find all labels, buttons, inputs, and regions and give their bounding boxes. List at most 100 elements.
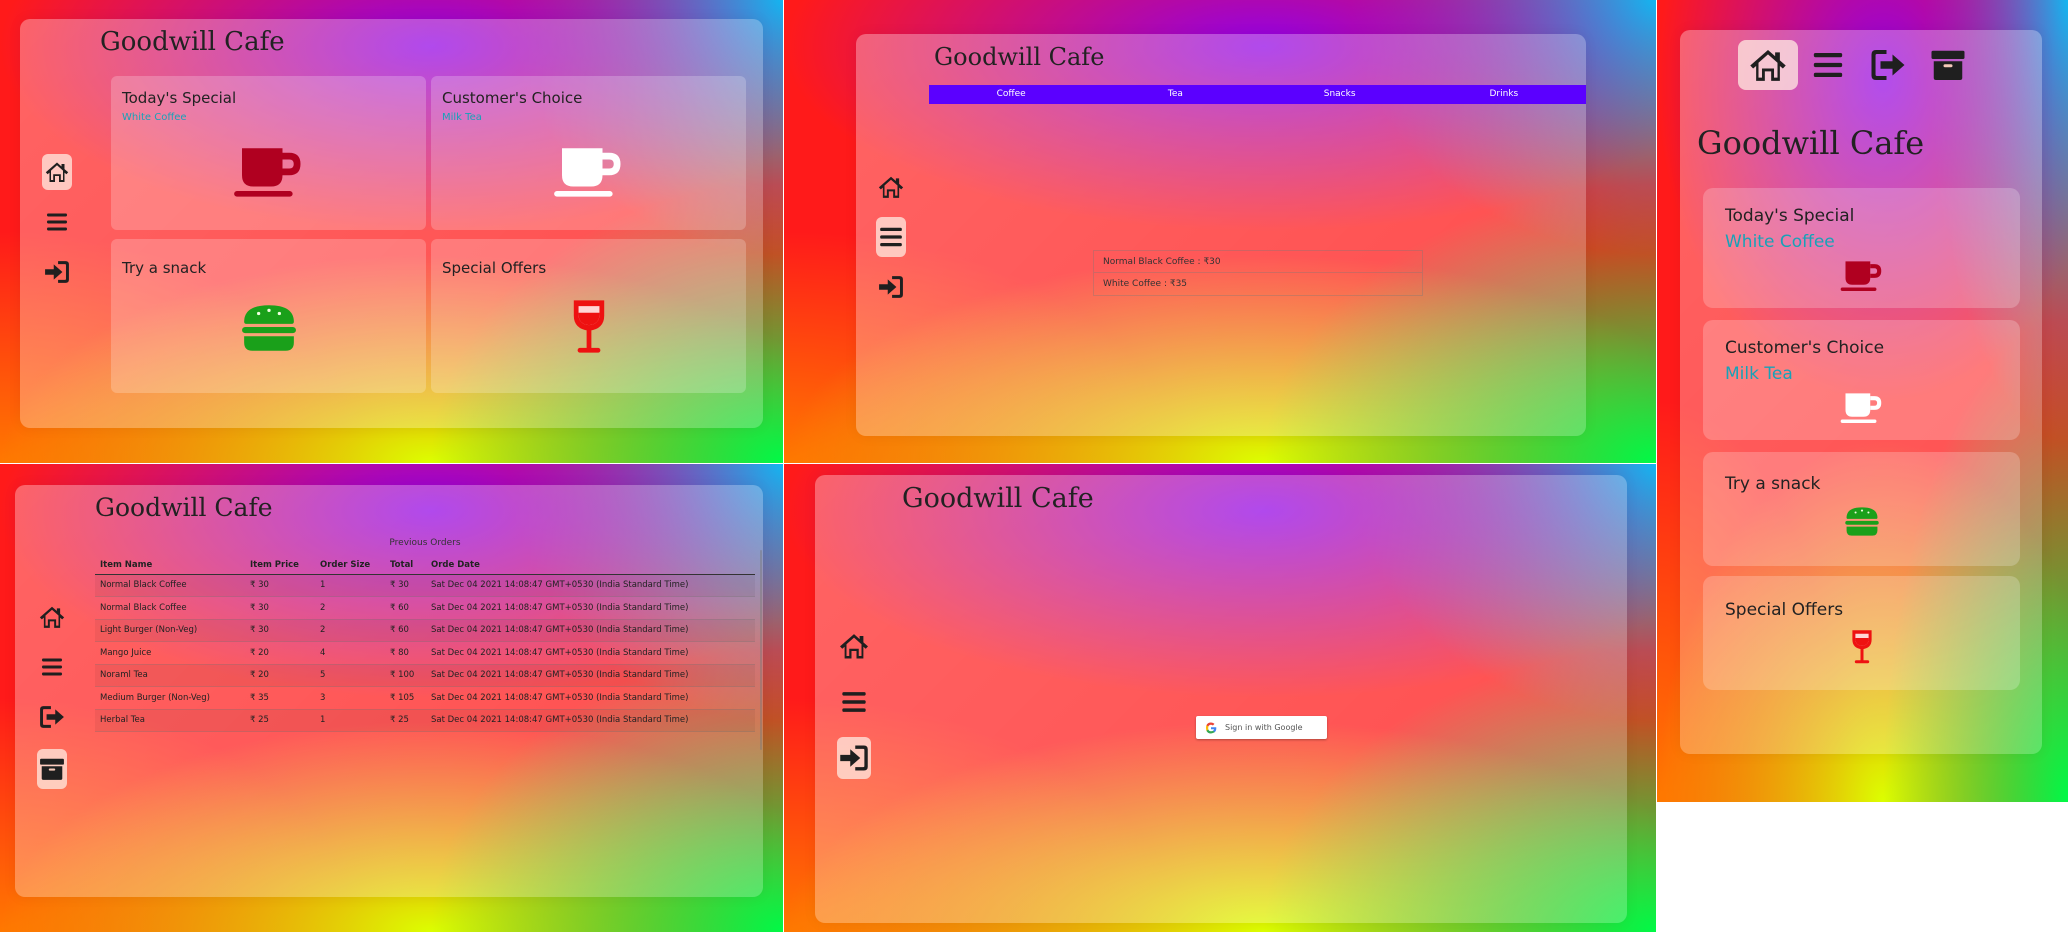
menu-item[interactable]: White Coffee : ₹35 [1094,273,1422,295]
home-icon [45,160,69,184]
cell-order-size: 1 [320,715,326,726]
nav-menu-button[interactable] [837,681,871,723]
orders-caption: Previous Orders [389,538,461,548]
menu-item[interactable]: Normal Black Coffee : ₹30 [1094,251,1422,273]
archive-icon [1930,47,1966,83]
bars-icon [45,210,69,234]
home-card: Goodwill Cafe Today's Special White Coff… [20,19,763,428]
nav-login-button[interactable] [42,254,72,290]
nav-home-button[interactable] [876,169,906,205]
cell-order-date: Sat Dec 04 2021 14:08:47 GMT+0530 (India… [431,647,689,658]
cell-item-name: Normal Black Coffee [100,580,187,591]
orders-table: Item Name Item Price Order Size Total Or… [95,556,755,732]
home-icon [1749,46,1787,84]
nav-home-button[interactable] [1738,40,1798,90]
tile-todays-special[interactable]: Today's Special White Coffee [1703,188,2020,308]
cell-total: ₹ 100 [390,670,415,681]
tab-coffee[interactable]: Coffee [929,85,1093,104]
google-signin-label: Sign in with Google [1225,723,1303,732]
page-title: Goodwill Cafe [1697,124,1925,162]
cell-order-size: 1 [320,580,326,591]
nav-login-button[interactable] [876,269,906,305]
tile-try-a-snack[interactable]: Try a snack [111,239,426,393]
cell-item-name: Mango Juice [100,647,152,658]
nav-orders-button[interactable] [37,749,67,789]
sign-out-icon [39,704,65,730]
tile-subtitle: White Coffee [1725,232,1835,252]
page-title: Goodwill Cafe [934,43,1105,71]
home-screenshot: Goodwill Cafe Today's Special White Coff… [0,0,783,463]
cell-order-size: 4 [320,647,326,658]
cell-total: ₹ 80 [390,647,409,658]
table-row: Medium Burger (Non-Veg) ₹ 35 3 ₹ 105 Sat… [95,687,755,709]
nav-logout-button[interactable] [1858,40,1918,90]
nav-menu-button[interactable] [37,649,67,685]
page-title: Goodwill Cafe [100,27,285,57]
nav-home-button[interactable] [37,599,67,635]
cell-item-name: Medium Burger (Non-Veg) [100,692,211,703]
column-header: Order Size [320,559,371,570]
nav-menu-button[interactable] [876,217,906,257]
tile-special-offers[interactable]: Special Offers [431,239,746,393]
table-header-row: Item Name Item Price Order Size Total Or… [95,556,755,574]
google-icon [1205,722,1217,734]
side-nav [42,154,72,290]
menu-category-bar: Coffee Tea Snacks Drinks [929,85,1586,104]
cell-order-size: 5 [320,670,326,681]
cell-order-date: Sat Dec 04 2021 14:08:47 GMT+0530 (India… [431,625,689,636]
tile-special-offers[interactable]: Special Offers [1703,576,2020,690]
orders-screenshot: Goodwill Cafe Previous Orders Item Name … [0,464,783,932]
side-nav [37,599,67,789]
tile-customers-choice[interactable]: Customer's Choice Milk Tea [1703,320,2020,440]
cell-item-price: ₹ 20 [250,647,269,658]
tile-title: Today's Special [1725,206,1855,226]
cell-order-size: 3 [320,692,326,703]
bars-icon [40,655,64,679]
nav-home-button[interactable] [42,154,72,190]
page-title: Goodwill Cafe [902,483,1094,514]
mobile-card: Goodwill Cafe Today's Special White Coff… [1680,30,2042,754]
home-icon [839,631,869,661]
tile-subtitle: Milk Tea [1725,364,1793,384]
cell-item-name: Light Burger (Non-Veg) [100,625,198,636]
tile-todays-special[interactable]: Today's Special White Coffee [111,76,426,230]
bars-icon [1811,48,1845,82]
table-row: Normal Black Coffee ₹ 30 1 ₹ 30 Sat Dec … [95,574,755,597]
nav-menu-button[interactable] [1798,40,1858,90]
google-signin-button[interactable]: Sign in with Google [1196,716,1327,739]
tile-customers-choice[interactable]: Customer's Choice Milk Tea [431,76,746,230]
coffee-cup-icon [1840,260,1884,293]
cell-item-name: Noraml Tea [100,670,148,681]
cell-item-price: ₹ 30 [250,580,269,591]
nav-home-button[interactable] [837,625,871,667]
login-screenshot: Goodwill Cafe Sign in with Google [784,464,1656,932]
nav-logout-button[interactable] [37,699,67,735]
bars-icon [878,224,904,250]
sign-in-icon [878,274,904,300]
table-scrollbar[interactable] [760,550,762,750]
nav-orders-button[interactable] [1918,40,1978,90]
tile-subtitle: White Coffee [122,112,187,123]
menu-item-list: Normal Black Coffee : ₹30 White Coffee :… [1093,250,1423,296]
cell-order-date: Sat Dec 04 2021 14:08:47 GMT+0530 (India… [431,670,689,681]
tab-drinks[interactable]: Drinks [1422,85,1586,104]
nav-login-button[interactable] [837,737,871,779]
tile-subtitle: Milk Tea [442,112,482,123]
tile-title: Try a snack [1725,474,1821,494]
tab-snacks[interactable]: Snacks [1258,85,1422,104]
cell-total: ₹ 25 [390,715,409,726]
column-header: Item Name [100,559,153,570]
cell-order-date: Sat Dec 04 2021 14:08:47 GMT+0530 (India… [431,715,689,726]
tile-title: Today's Special [122,89,237,107]
sign-in-icon [839,743,869,773]
tile-try-a-snack[interactable]: Try a snack [1703,452,2020,566]
cell-order-size: 2 [320,602,326,613]
table-row: Mango Juice ₹ 20 4 ₹ 80 Sat Dec 04 2021 … [95,642,755,664]
login-card: Goodwill Cafe Sign in with Google [815,475,1627,923]
home-icon [878,174,904,200]
coffee-cup-icon [553,146,625,200]
nav-menu-button[interactable] [42,204,72,240]
menu-card: Goodwill Cafe Coffee Tea Snacks Drinks N… [856,34,1586,436]
table-row: Light Burger (Non-Veg) ₹ 30 2 ₹ 60 Sat D… [95,619,755,642]
tab-tea[interactable]: Tea [1093,85,1257,104]
